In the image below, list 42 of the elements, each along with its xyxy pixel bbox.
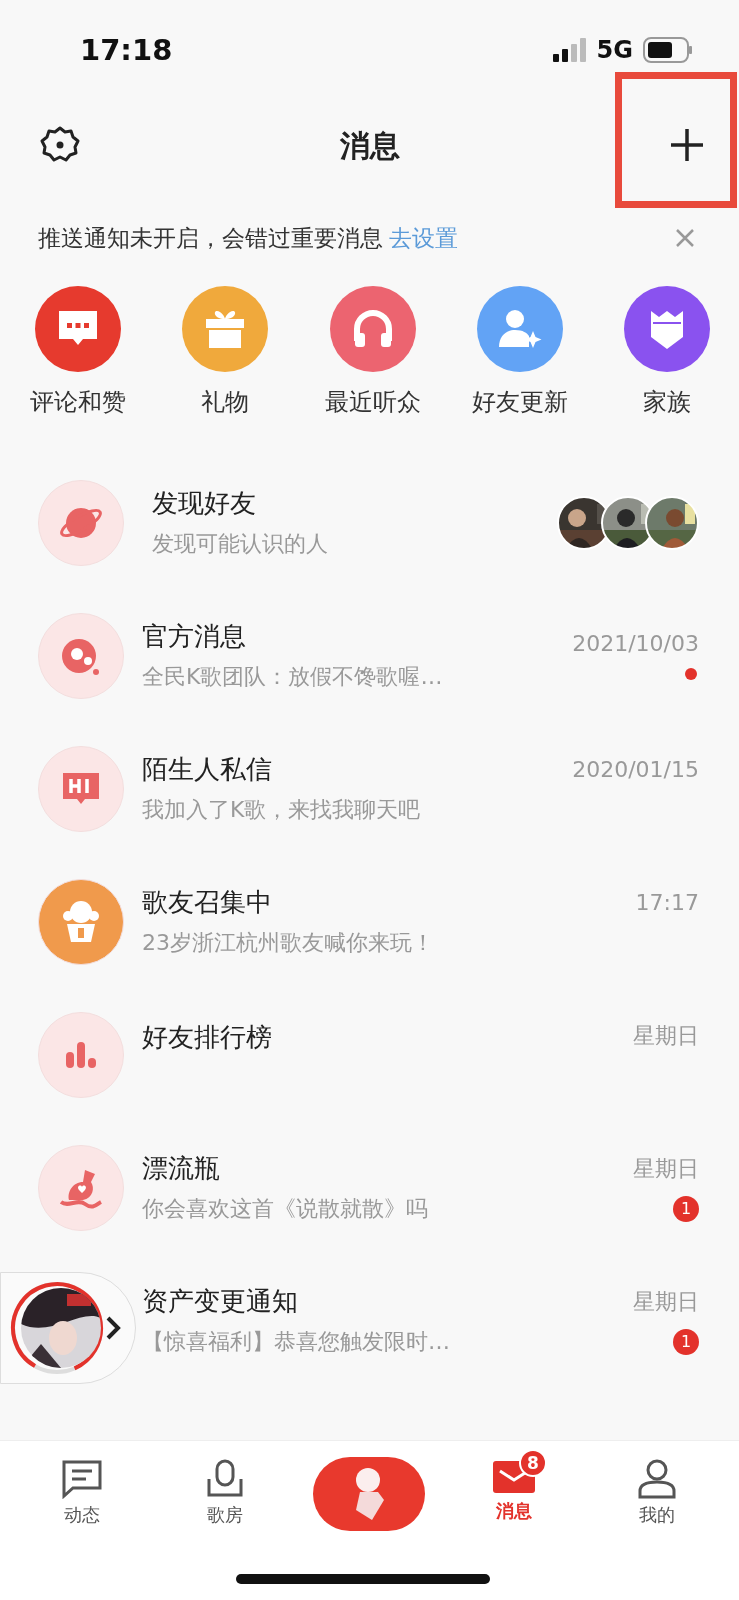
quick-action[interactable]: 好友更新 xyxy=(459,286,580,436)
row-title: 发现好友 xyxy=(152,487,257,520)
message-row[interactable]: 漂流瓶 你会喜欢这首《说散就散》吗 星期日 1 xyxy=(0,1121,739,1254)
message-row[interactable]: 官方消息 全民K歌团队：放假不馋歌喔… 2021/10/03 xyxy=(0,589,739,722)
tab[interactable]: 歌房 xyxy=(170,1449,281,1527)
tab[interactable]: 消息 8 xyxy=(458,1449,569,1523)
discover-row[interactable]: 发现好友 发现可能认识的人 xyxy=(0,456,739,589)
row-title: 资产变更通知 xyxy=(142,1285,299,1318)
status-time: 17:18 xyxy=(80,33,173,67)
notice-text: 推送通知未开启，会错过重要消息 去设置 xyxy=(38,223,458,253)
message-time: 星期日 xyxy=(633,1154,699,1183)
message-time: 2021/10/03 xyxy=(572,631,699,656)
page-title: 消息 xyxy=(339,127,400,165)
tab-badge: 8 xyxy=(518,1449,547,1477)
message-time: 2020/01/15 xyxy=(572,757,699,782)
message-row[interactable]: 陌生人私信 我加入了K歌，来找我聊天吧 2020/01/15 xyxy=(0,722,739,855)
message-row[interactable]: 资产变更通知 【惊喜福利】恭喜您触发限时… 星期日 1 xyxy=(0,1254,739,1387)
tab[interactable]: 我的 xyxy=(602,1449,713,1527)
row-title: 陌生人私信 xyxy=(142,753,273,786)
row-subtitle: 发现可能认识的人 xyxy=(152,530,329,558)
message-preview: 我加入了K歌，来找我聊天吧 xyxy=(142,796,422,824)
message-time: 星期日 xyxy=(633,1021,699,1050)
message-preview: 23岁浙江杭州歌友喊你来玩！ xyxy=(142,929,435,957)
message-preview: 你会喜欢这首《说散就散》吗 xyxy=(142,1195,429,1223)
message-row[interactable]: 好友排行榜 星期日 xyxy=(0,988,739,1121)
row-title: 歌友召集中 xyxy=(142,886,273,919)
network-label: 5G xyxy=(596,36,633,64)
message-time: 17:17 xyxy=(635,890,699,915)
quick-action[interactable]: 家族 xyxy=(607,286,727,436)
row-title: 官方消息 xyxy=(142,620,247,653)
message-preview: 【惊喜福利】恭喜您触发限时… xyxy=(142,1328,451,1356)
message-row[interactable]: 歌友召集中 23岁浙江杭州歌友喊你来玩！ 17:17 xyxy=(0,855,739,988)
quick-action[interactable]: 评论和赞 xyxy=(18,286,138,436)
quick-action[interactable]: 最近听众 xyxy=(312,286,433,436)
unread-count: 1 xyxy=(673,1195,699,1222)
tab[interactable]: 动态 xyxy=(26,1449,137,1527)
row-title: 好友排行榜 xyxy=(142,1021,273,1054)
message-preview: 全民K歌团队：放假不馋歌喔… xyxy=(142,663,444,691)
message-time: 星期日 xyxy=(633,1287,699,1316)
unread-count: 1 xyxy=(673,1328,699,1355)
row-title: 漂流瓶 xyxy=(142,1152,221,1185)
quick-action[interactable]: 礼物 xyxy=(165,286,286,436)
